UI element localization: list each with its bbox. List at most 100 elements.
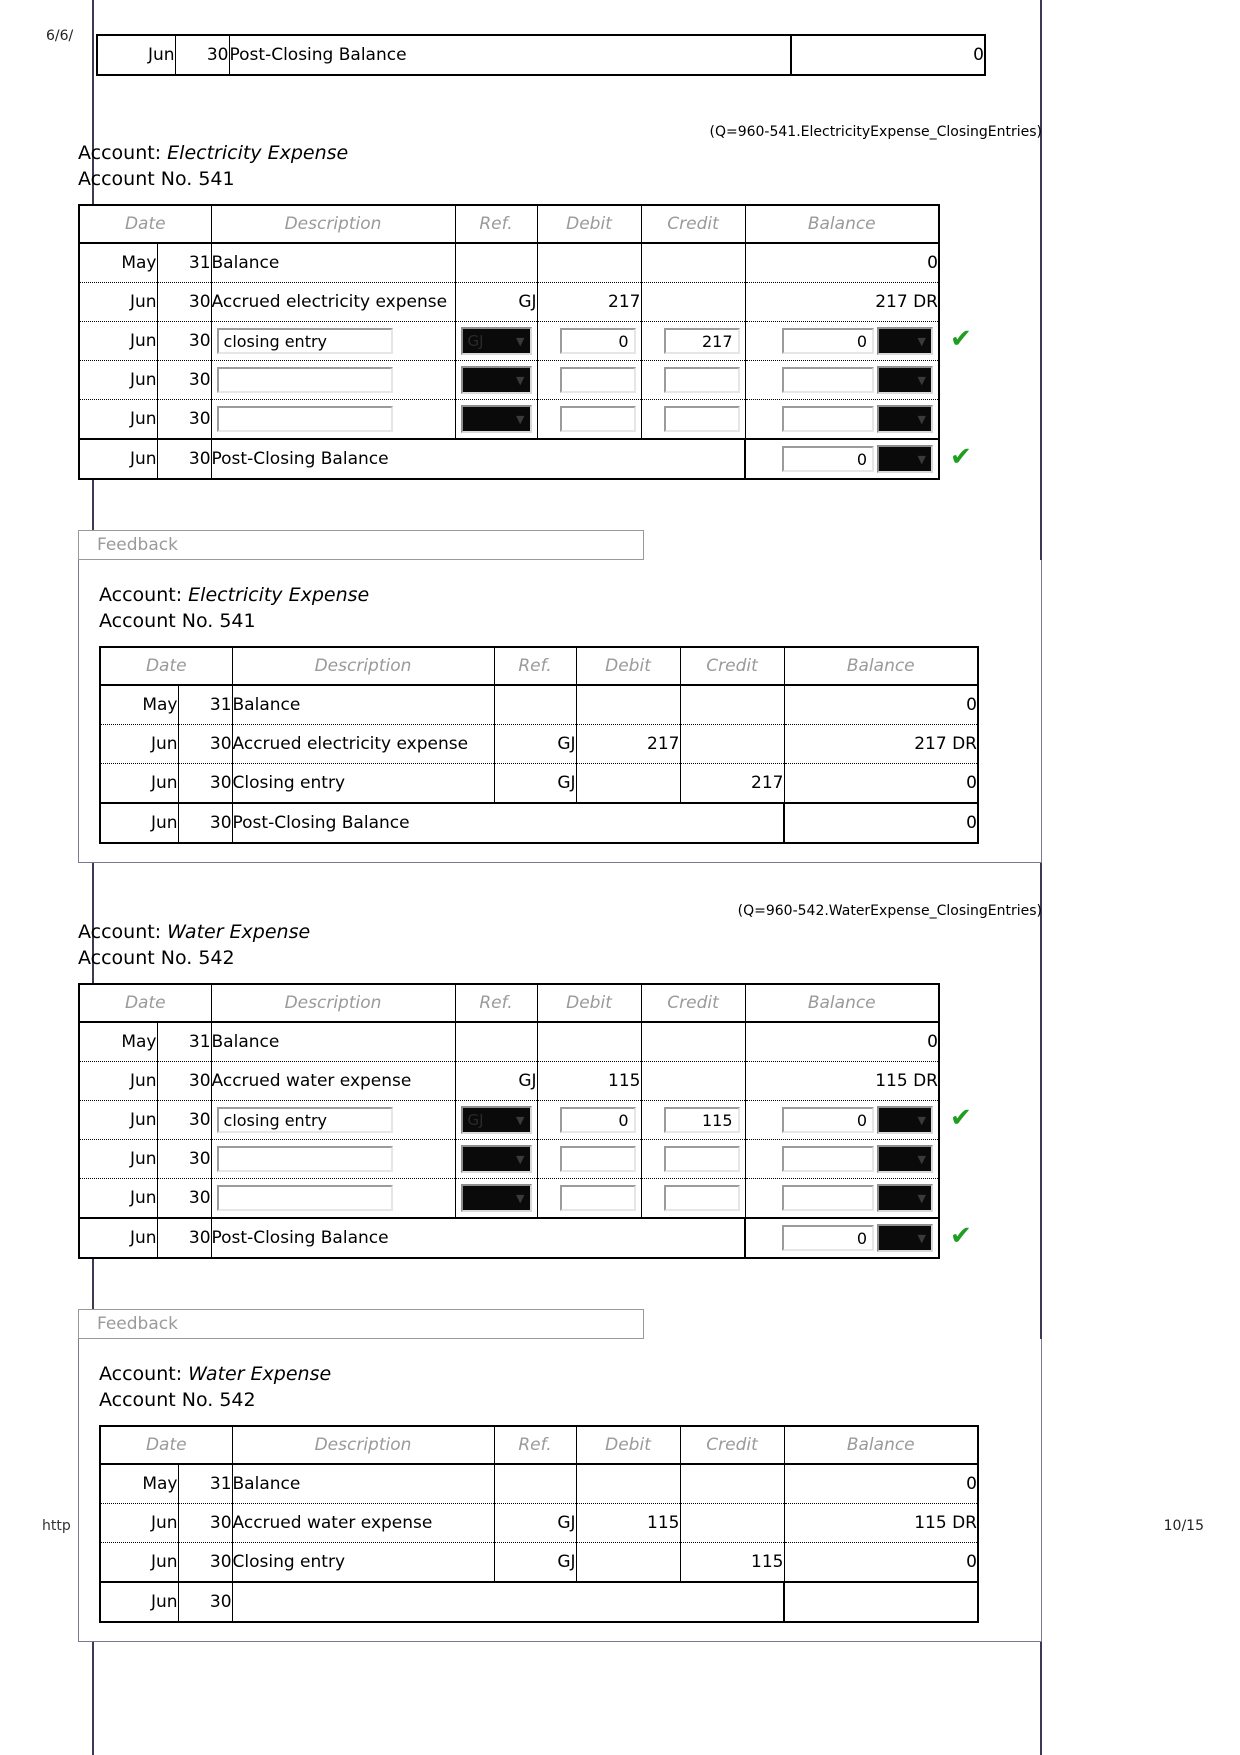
cell-day: 30 bbox=[157, 1061, 212, 1101]
drcr-select[interactable]: ▼ bbox=[877, 1106, 933, 1134]
ref-select[interactable]: GJ ▼ bbox=[460, 1106, 532, 1134]
cell-description: Balance bbox=[211, 243, 456, 283]
feedback-panel: Account: Water Expense Account No. 542 Dat… bbox=[78, 1339, 1042, 1642]
account-label: Account: bbox=[99, 584, 183, 606]
cell-description: Balance bbox=[211, 1022, 456, 1062]
print-date-stamp: 6/6/ bbox=[46, 28, 74, 44]
cell-month: Jun bbox=[100, 1503, 179, 1543]
drcr-select[interactable]: ▼ bbox=[877, 1145, 933, 1173]
drcr-select[interactable]: ▼ bbox=[877, 1184, 933, 1212]
account-label: Account: bbox=[78, 142, 162, 164]
continuation-ledger-table: Jun 30 Post-Closing Balance 0 bbox=[96, 34, 986, 76]
cell-credit bbox=[641, 282, 746, 322]
cell-day: 30 bbox=[178, 802, 233, 843]
balance-input[interactable] bbox=[782, 1107, 874, 1133]
description-input[interactable] bbox=[216, 328, 393, 354]
chevron-down-icon: ▼ bbox=[516, 412, 525, 426]
correct-check-icon: ✔ bbox=[950, 1103, 972, 1133]
debit-input[interactable] bbox=[559, 1107, 636, 1133]
drcr-select[interactable]: ▼ bbox=[877, 327, 933, 355]
cell-credit: 217 bbox=[680, 763, 785, 804]
column-header-ref: Ref. bbox=[455, 205, 538, 243]
cell-ref: GJ bbox=[455, 1061, 538, 1101]
debit-input[interactable] bbox=[559, 1146, 636, 1172]
description-input[interactable] bbox=[216, 1146, 393, 1172]
drcr-select[interactable]: ▼ bbox=[877, 1224, 933, 1252]
credit-input[interactable] bbox=[663, 406, 740, 432]
balance-input[interactable] bbox=[782, 406, 874, 432]
ledger-header-row: Date Description Ref. Debit Credit Balance bbox=[79, 984, 939, 1022]
post-balance-input[interactable] bbox=[782, 446, 874, 472]
feedback-account-heading: Account: Electricity Expense bbox=[99, 582, 1021, 608]
ref-select[interactable]: ▼ bbox=[460, 1145, 532, 1173]
chevron-down-icon: ▼ bbox=[516, 1152, 525, 1166]
cell-ref: GJ bbox=[494, 1542, 577, 1583]
document-content: Jun 30 Post-Closing Balance 0 (Q=960-541.Ele… bbox=[78, 0, 1042, 1672]
cell-month: Jun bbox=[79, 1217, 158, 1258]
credit-input[interactable] bbox=[663, 367, 740, 393]
credit-input[interactable] bbox=[663, 328, 740, 354]
drcr-select[interactable]: ▼ bbox=[877, 445, 933, 473]
cell-balance: 217 DR bbox=[745, 282, 939, 322]
credit-input[interactable] bbox=[663, 1107, 740, 1133]
correct-check-icon: ✔ bbox=[950, 442, 972, 472]
ref-select[interactable]: GJ ▼ bbox=[460, 327, 532, 355]
cell-day: 30 bbox=[157, 1178, 212, 1219]
column-header-date: Date bbox=[79, 205, 212, 243]
description-input[interactable] bbox=[216, 1185, 393, 1211]
column-header-credit: Credit bbox=[641, 984, 746, 1022]
ref-select-value: GJ bbox=[467, 1111, 484, 1129]
ledger-header-row: Date Description Ref. Debit Credit Balance bbox=[100, 1426, 978, 1464]
cell-balance: 0 bbox=[791, 34, 985, 75]
debit-input[interactable] bbox=[559, 406, 636, 432]
debit-input[interactable] bbox=[559, 1185, 636, 1211]
credit-input[interactable] bbox=[663, 1146, 740, 1172]
description-input[interactable] bbox=[216, 406, 393, 432]
cell-day: 30 bbox=[175, 34, 230, 75]
post-balance-input[interactable] bbox=[782, 1225, 874, 1251]
drcr-select[interactable]: ▼ bbox=[877, 366, 933, 394]
balance-input[interactable] bbox=[782, 328, 874, 354]
description-input[interactable] bbox=[216, 367, 393, 393]
balance-input[interactable] bbox=[782, 1185, 874, 1211]
account-heading: Account: Water Expense bbox=[78, 919, 1042, 945]
cell-month: Jun bbox=[100, 802, 179, 843]
cell-balance: 0 bbox=[784, 802, 978, 843]
debit-input[interactable] bbox=[559, 328, 636, 354]
balance-input[interactable] bbox=[782, 1146, 874, 1172]
feedback-label: Feedback bbox=[78, 1309, 644, 1339]
cell-day: 30 bbox=[157, 321, 212, 361]
credit-input[interactable] bbox=[663, 1185, 740, 1211]
account-heading: Account: Electricity Expense bbox=[78, 140, 1042, 166]
column-header-ref: Ref. bbox=[494, 1426, 577, 1464]
description-input[interactable] bbox=[216, 1107, 393, 1133]
cell-description: Accrued electricity expense bbox=[232, 724, 495, 764]
cell-description: Closing entry bbox=[232, 763, 495, 804]
cell-day: 30 bbox=[178, 724, 233, 764]
table-row-editable: Jun 30 ▼ ▼ bbox=[79, 399, 939, 440]
chevron-down-icon: ▼ bbox=[516, 373, 525, 387]
print-url-stamp: http bbox=[42, 1518, 71, 1534]
column-header-debit: Debit bbox=[537, 205, 642, 243]
balance-input[interactable] bbox=[782, 367, 874, 393]
ledger-header-row: Date Description Ref. Debit Credit Balance bbox=[79, 205, 939, 243]
post-closing-balance-row: Jun30Post-Closing Balance ▼ bbox=[79, 438, 939, 479]
chevron-down-icon: ▼ bbox=[917, 1113, 926, 1127]
chevron-down-icon: ▼ bbox=[917, 334, 926, 348]
column-header-balance: Balance bbox=[807, 214, 876, 234]
table-row: May 31 Balance 0 bbox=[100, 685, 978, 725]
ref-select[interactable]: ▼ bbox=[460, 366, 532, 394]
ref-select[interactable]: ▼ bbox=[460, 1184, 532, 1212]
cell-day: 30 bbox=[178, 763, 233, 804]
ref-select[interactable]: ▼ bbox=[460, 405, 532, 433]
drcr-select[interactable]: ▼ bbox=[877, 405, 933, 433]
feedback-ledger-table: Date Description Ref. Debit Credit Balance May… bbox=[99, 1425, 979, 1623]
post-closing-balance-row: Jun 30 bbox=[100, 1581, 978, 1622]
column-header-balance: Balance bbox=[846, 656, 915, 676]
cell-month: Jun bbox=[79, 360, 158, 400]
feedback-ledger-table: Date Description Ref. Debit Credit Balance May… bbox=[99, 646, 979, 844]
account-number: Account No. 542 bbox=[78, 947, 235, 969]
cell-description: Balance bbox=[232, 685, 495, 725]
debit-input[interactable] bbox=[559, 367, 636, 393]
chevron-down-icon: ▼ bbox=[917, 452, 926, 466]
